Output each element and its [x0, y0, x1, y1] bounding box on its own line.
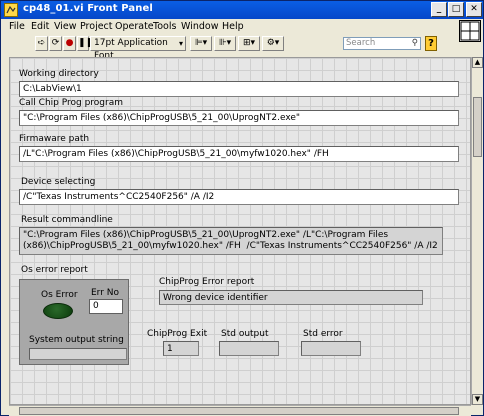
- labview-window: cp48_01.vi Front Panel _ □ ✕ File Edit V…: [0, 0, 484, 416]
- menu-project[interactable]: Project: [80, 21, 113, 32]
- menu-operate[interactable]: Operate: [115, 21, 154, 32]
- pause-icon[interactable]: ❚❚: [77, 36, 93, 51]
- reorder-icon[interactable]: ⚙▾: [262, 36, 284, 51]
- vi-icon: [4, 3, 18, 17]
- os-error-led-label: Os Error: [41, 290, 78, 300]
- minimize-button[interactable]: _: [431, 2, 447, 17]
- menu-edit[interactable]: Edit: [31, 21, 49, 32]
- working-directory-field[interactable]: C:\LabView\1: [19, 81, 459, 97]
- chipprog-exit-label: ChipProg Exit: [147, 329, 208, 339]
- scroll-up-icon[interactable]: ▲: [472, 57, 483, 68]
- connector-pane-icon[interactable]: [459, 20, 481, 42]
- menu-view[interactable]: View: [54, 21, 77, 32]
- std-output-label: Std output: [221, 329, 269, 339]
- chipprog-exit-field: 1: [163, 341, 199, 356]
- font-selector[interactable]: 17pt Application Font ▾: [90, 36, 186, 61]
- abort-icon[interactable]: ●: [63, 36, 76, 51]
- device-selecting-field[interactable]: /C"Texas Instruments^CC2540F256" /A /I2: [19, 189, 459, 205]
- chipprog-program-label: Call Chip Prog program: [19, 98, 123, 108]
- help-icon[interactable]: ?: [425, 36, 437, 51]
- vertical-scrollbar[interactable]: ▲ ▼: [471, 57, 483, 405]
- chipprog-error-label: ChipProg Error report: [159, 277, 255, 287]
- align-objects-icon[interactable]: ⊫▾: [190, 36, 212, 51]
- system-output-label: System output string: [29, 335, 124, 345]
- menu-tools[interactable]: Tools: [153, 21, 176, 32]
- vertical-scroll-thumb[interactable]: [473, 97, 482, 157]
- firmware-path-label: Firmaware path: [19, 134, 90, 144]
- system-output-field: [29, 348, 127, 360]
- device-selecting-label: Device selecting: [21, 177, 96, 187]
- result-commandline-label: Result commandline: [21, 215, 113, 225]
- chipprog-error-field: Wrong device identifier: [159, 290, 423, 305]
- scroll-down-icon[interactable]: ▼: [472, 394, 483, 405]
- chipprog-program-field[interactable]: "C:\Program Files (x86)\ChipProgUSB\5_21…: [19, 110, 459, 126]
- resize-objects-icon[interactable]: ⊞▾: [238, 36, 260, 51]
- menu-help[interactable]: Help: [222, 21, 244, 32]
- distribute-objects-icon[interactable]: ⊪▾: [214, 36, 236, 51]
- title-bar: cp48_01.vi Front Panel _ □ ✕: [1, 1, 483, 19]
- search-icon[interactable]: ⚲: [412, 38, 418, 49]
- horizontal-scroll-thumb[interactable]: [19, 407, 459, 415]
- run-arrow-icon[interactable]: ➪: [35, 36, 48, 51]
- os-error-led: [43, 303, 73, 319]
- window-title: cp48_01.vi Front Panel: [23, 3, 153, 14]
- err-no-field: 0: [89, 299, 123, 314]
- firmware-path-field[interactable]: /L"C:\Program Files (x86)\ChipProgUSB\5_…: [19, 146, 459, 162]
- os-error-report-label: Os error report: [21, 265, 88, 275]
- std-error-label: Std error: [303, 329, 343, 339]
- search-input[interactable]: Search ⚲: [343, 37, 421, 50]
- std-error-field: [301, 341, 361, 356]
- menu-window[interactable]: Window: [181, 21, 218, 32]
- working-directory-label: Working directory: [19, 69, 99, 79]
- err-no-label: Err No: [91, 288, 120, 298]
- horizontal-scrollbar[interactable]: [9, 405, 471, 416]
- maximize-button[interactable]: □: [448, 2, 464, 17]
- result-commandline-indicator: "C:\Program Files (x86)\ChipProgUSB\5_21…: [19, 227, 443, 255]
- run-continuously-icon[interactable]: ⟳: [49, 36, 62, 51]
- close-button[interactable]: ✕: [466, 2, 482, 17]
- menu-bar: File Edit View Project Operate Tools Win…: [1, 19, 483, 35]
- chevron-down-icon: ▾: [178, 39, 183, 48]
- toolbar: ➪ ⟳ ● ❚❚ 17pt Application Font ▾ ⊫▾ ⊪▾ ⊞…: [1, 35, 483, 61]
- std-output-field: [219, 341, 279, 356]
- menu-file[interactable]: File: [9, 21, 25, 32]
- search-placeholder: Search: [346, 38, 376, 48]
